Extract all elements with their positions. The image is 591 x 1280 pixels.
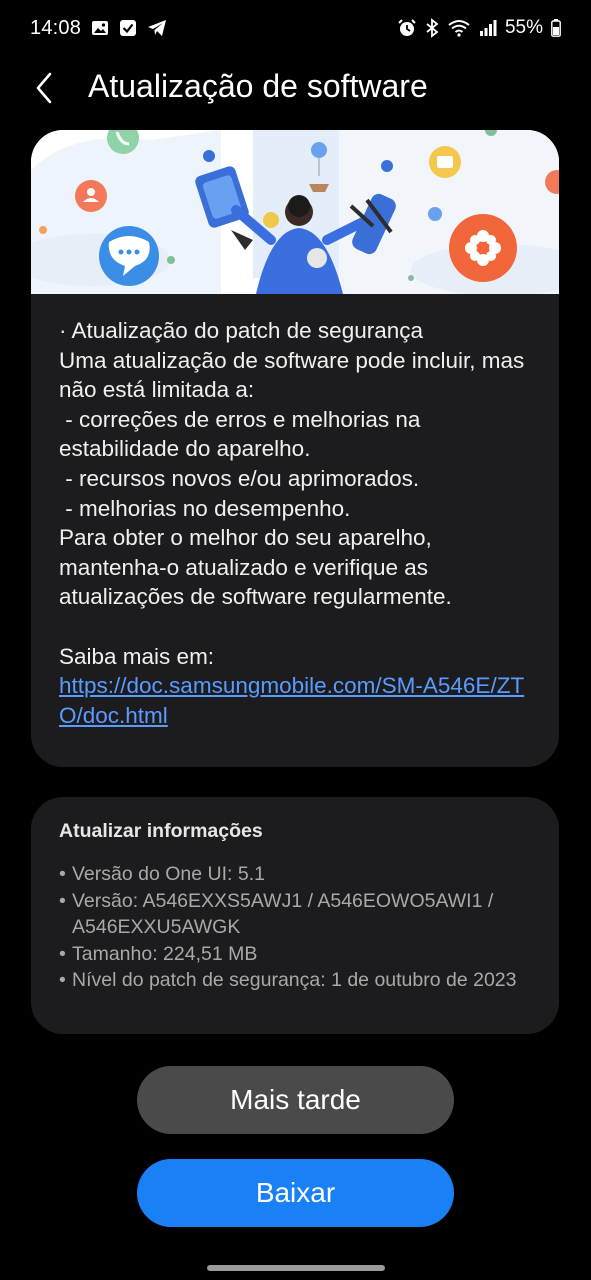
telegram-icon bbox=[147, 19, 167, 37]
status-time: 14:08 bbox=[30, 16, 82, 39]
gallery-icon bbox=[91, 19, 109, 37]
description-line: - recursos novos e/ou aprimorados. bbox=[59, 465, 420, 491]
calendar-icon bbox=[429, 146, 461, 178]
chat-bubble-icon bbox=[99, 226, 159, 286]
flower-icon bbox=[449, 214, 517, 282]
info-item: Versão do One UI: 5.1 bbox=[59, 861, 539, 888]
description-line: Para obter o melhor do seu aparelho, man… bbox=[59, 525, 452, 610]
navigation-handle[interactable] bbox=[207, 1265, 385, 1271]
learn-more-label: Saiba mais em: bbox=[59, 643, 215, 669]
update-description: · Atualização do patch de segurança Uma … bbox=[59, 316, 539, 730]
info-item: Tamanho: 224,51 MB bbox=[59, 941, 539, 968]
later-button[interactable]: Mais tarde bbox=[137, 1066, 454, 1134]
chevron-left-icon bbox=[34, 72, 54, 109]
battery-percent: 55% bbox=[504, 17, 543, 38]
checkbox-icon bbox=[119, 19, 137, 37]
alarm-icon bbox=[397, 18, 417, 38]
update-details-card: · Atualização do patch de segurança Uma … bbox=[31, 130, 559, 767]
status-bar: 14:08 55% bbox=[0, 0, 591, 56]
back-button[interactable] bbox=[24, 66, 64, 114]
signal-icon bbox=[479, 19, 497, 37]
status-left: 14:08 bbox=[30, 17, 167, 40]
user-icon bbox=[75, 180, 107, 212]
info-item: Versão: A546EXXS5AWJ1 / A546EOWO5AWI1 / … bbox=[59, 888, 539, 941]
info-title: Atualizar informações bbox=[59, 820, 263, 842]
info-list: Versão do One UI: 5.1 Versão: A546EXXS5A… bbox=[59, 861, 539, 994]
description-line: - melhorias no desempenho. bbox=[59, 495, 351, 521]
download-button[interactable]: Baixar bbox=[137, 1159, 454, 1227]
description-line: Uma atualização de software pode incluir… bbox=[59, 347, 531, 403]
update-info-card: Atualizar informações Versão do One UI: … bbox=[31, 797, 559, 1034]
info-item: Nível do patch de segurança: 1 de outubr… bbox=[59, 967, 539, 994]
bluetooth-icon bbox=[425, 18, 439, 38]
description-line: - correções de erros e melhorias na esta… bbox=[59, 406, 427, 462]
status-right: 55% bbox=[397, 17, 561, 39]
wifi-icon bbox=[447, 18, 471, 38]
documentation-link[interactable]: https://doc.samsungmobile.com/SM-A546E/Z… bbox=[59, 673, 524, 728]
header: Atualização de software bbox=[0, 60, 591, 120]
battery-icon bbox=[551, 19, 561, 37]
banner-illustration bbox=[31, 130, 559, 294]
page-title: Atualização de software bbox=[88, 68, 428, 104]
description-line: · Atualização do patch de segurança bbox=[59, 318, 423, 343]
